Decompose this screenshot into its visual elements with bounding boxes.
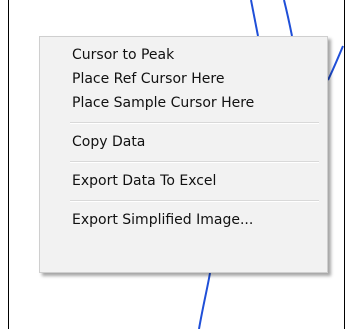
menu-item-place-sample-cursor[interactable]: Place Sample Cursor Here [40,91,327,115]
menu-item-export-simplified-image[interactable]: Export Simplified Image... [40,208,327,232]
menu-item-copy-data[interactable]: Copy Data [40,130,327,154]
plot-area-with-context-menu: Cursor to Peak Place Ref Cursor Here Pla… [0,0,352,329]
menu-item-cursor-to-peak[interactable]: Cursor to Peak [40,43,327,67]
signal-trace [283,0,293,37]
menu-separator [70,161,319,163]
signal-trace [327,45,344,81]
signal-trace [198,272,211,329]
menu-item-export-data-to-excel[interactable]: Export Data To Excel [40,169,327,193]
menu-separator [70,122,319,124]
menu-item-place-ref-cursor[interactable]: Place Ref Cursor Here [40,67,327,91]
signal-trace [250,0,259,37]
context-menu: Cursor to Peak Place Ref Cursor Here Pla… [39,36,328,273]
menu-separator [70,200,319,202]
